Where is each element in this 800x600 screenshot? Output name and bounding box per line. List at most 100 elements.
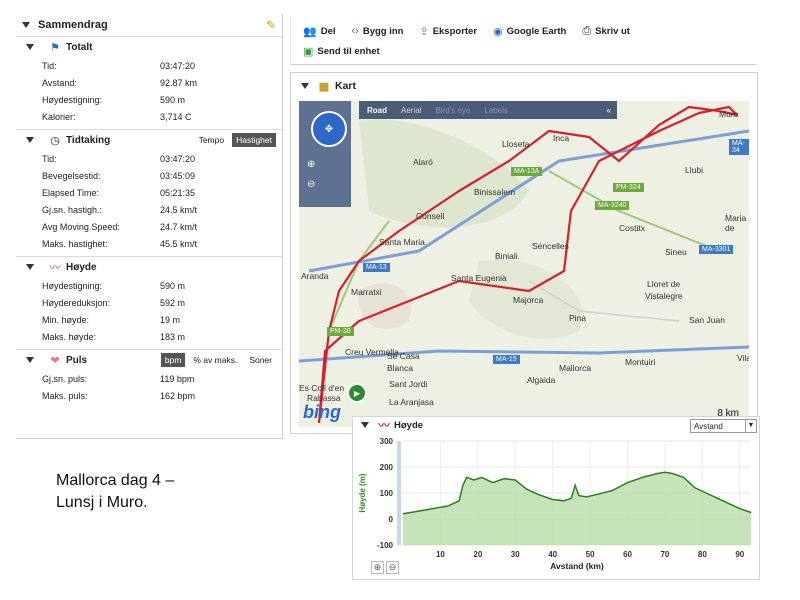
collapse-triangle-icon[interactable]: [26, 44, 34, 50]
town-label: Maria de: [725, 213, 747, 233]
globe-icon: ◉: [493, 25, 503, 38]
x-tick-label: 30: [511, 550, 520, 559]
bpm-toggle[interactable]: bpm: [160, 353, 186, 367]
stat-label: Høydestigning:: [42, 280, 103, 291]
chevron-down-icon[interactable]: ▼: [745, 420, 756, 432]
pencil-icon[interactable]: ✎: [266, 18, 276, 32]
compass-icon[interactable]: ✥: [311, 111, 347, 147]
stat-label: Maks. høyde:: [42, 331, 97, 342]
percent-max-toggle[interactable]: % av maks.: [189, 353, 241, 367]
summary-header[interactable]: Sammendrag ✎: [16, 14, 282, 37]
stat-value: 19 m: [160, 314, 181, 325]
collapse-triangle-icon[interactable]: [26, 357, 34, 363]
export-button[interactable]: ⇪ Eksporter: [419, 25, 477, 38]
stat-value: 03:47:20: [160, 60, 196, 71]
x-axis-label: Avstand (km): [550, 561, 604, 571]
flag-icon: ⚑: [50, 41, 60, 54]
mode-labels[interactable]: Labels: [484, 106, 508, 115]
send-to-device-button[interactable]: ▣ Send til enhet: [303, 45, 380, 58]
y-axis-band: [397, 441, 401, 545]
section-header-totalt[interactable]: ⚑ Totalt: [16, 37, 282, 57]
people-icon: 👥: [303, 25, 317, 38]
x-axis-select-value: Avstand: [694, 421, 723, 431]
town-label: Alaró: [413, 157, 433, 167]
y-tick-label: 300: [380, 437, 394, 446]
google-earth-label: Google Earth: [506, 25, 567, 37]
stat-label: Avstand:: [42, 77, 77, 88]
embed-button[interactable]: ‹› Bygg inn: [352, 25, 404, 37]
google-earth-button[interactable]: ◉ Google Earth: [493, 25, 566, 38]
road-shield: PM-324: [613, 183, 644, 192]
start-pin-icon[interactable]: ▶: [347, 383, 367, 403]
stat-label: Min. høyde:: [42, 314, 90, 325]
stat-row: Avg Moving Speed: 24.7 km/t: [16, 218, 282, 235]
mode-birds-eye[interactable]: Bird's eye: [435, 106, 470, 115]
town-label: Montuiri: [625, 357, 656, 367]
zoom-out-icon[interactable]: ⊖: [307, 179, 315, 190]
town-label: Muro: [719, 109, 739, 119]
hastighet-toggle[interactable]: Hastighet: [232, 133, 276, 147]
town-label: Consell: [416, 211, 445, 221]
elevation-icon: 〰: [49, 262, 61, 274]
print-label: Skriv ut: [595, 25, 630, 37]
stat-value: 92.87 km: [160, 77, 198, 88]
x-tick-label: 90: [735, 550, 744, 559]
stat-value: 590 m: [160, 280, 186, 291]
zoom-out-icon[interactable]: ⊖: [386, 561, 399, 574]
stat-value: 119 bpm: [160, 373, 195, 384]
road-shield: MA-34: [729, 139, 749, 155]
town-label: Pina: [569, 313, 587, 323]
town-label: Lloret de: [647, 279, 681, 289]
device-icon: ▣: [303, 45, 314, 58]
map-view[interactable]: Mancor del ValleIncaMuroLlosetaAlaróBini…: [299, 101, 749, 427]
map-header[interactable]: ▦ Kart: [291, 73, 757, 99]
section-title: Tidtaking: [66, 134, 111, 146]
zones-toggle[interactable]: Soner: [245, 353, 276, 367]
y-axis-label: Høyde (m): [358, 473, 367, 512]
zoom-in-icon[interactable]: ⊕: [307, 159, 315, 170]
map-mode-bar: Road Aerial Bird's eye Labels «: [359, 101, 617, 119]
elevation-panel: 〰 Høyde Avstand ▼ -100 0 100 200 300 10 20 30 40…: [352, 416, 760, 580]
section-puls: ❤ Puls bpm % av maks. Soner Gj.sn. puls:…: [16, 350, 282, 408]
stat-value: 590 m: [160, 94, 186, 105]
mode-road[interactable]: Road: [367, 106, 387, 115]
bing-logo: bing: [303, 402, 341, 422]
collapse-triangle-icon[interactable]: [301, 83, 309, 89]
elevation-area: [403, 472, 751, 545]
stat-row: Tid: 03:47:20: [16, 150, 282, 167]
road-shield: PM-30: [327, 327, 354, 336]
stat-row: Høydestigning: 590 m: [16, 91, 282, 108]
section-title: Puls: [66, 354, 88, 366]
x-axis-select[interactable]: Avstand ▼: [690, 419, 757, 433]
elevation-title: Høyde: [394, 419, 424, 431]
collapse-triangle-icon[interactable]: [26, 264, 34, 270]
zoom-in-icon[interactable]: ⊕: [371, 561, 384, 574]
collapse-triangle-icon[interactable]: [361, 422, 369, 428]
section-tidtaking: ◷ Tidtaking Tempo Hastighet Tid: 03:47:20…: [16, 130, 282, 257]
mode-aerial[interactable]: Aerial: [401, 106, 421, 115]
town-label: Biniali: [495, 251, 518, 261]
section-header-hoyde[interactable]: 〰 Høyde: [16, 257, 282, 277]
stat-value: 45.5 km/t: [160, 238, 198, 249]
collapse-triangle-icon[interactable]: [26, 137, 34, 143]
export-label: Eksporter: [432, 25, 478, 37]
stat-row: Gj.sn. hastigh.: 24.5 km/t: [16, 201, 282, 218]
stat-row: Høydestigning: 590 m: [16, 277, 282, 294]
share-button[interactable]: 👥 Del: [303, 25, 336, 38]
town-label: Inca: [553, 133, 570, 143]
x-tick-label: 80: [698, 550, 707, 559]
summary-panel: Sammendrag ✎ ⚑ Totalt Tid: 03:47:20 Avsta…: [16, 14, 283, 439]
town-label: Santa Eugenia: [451, 273, 507, 283]
section-header-puls[interactable]: ❤ Puls bpm % av maks. Soner: [16, 350, 282, 370]
elevation-chart[interactable]: -100 0 100 200 300 10 20 30 40 50 60 70 80 90 Avstand …: [353, 433, 759, 579]
town-label: San Juan: [689, 315, 725, 325]
section-header-tidtaking[interactable]: ◷ Tidtaking Tempo Hastighet: [16, 130, 282, 150]
collapse-bar-icon[interactable]: «: [607, 106, 611, 115]
tempo-toggle[interactable]: Tempo: [195, 133, 229, 147]
stat-label: Elapsed Time:: [42, 187, 100, 198]
print-button[interactable]: ⎙ Skriv ut: [582, 25, 630, 38]
y-tick-label: -100: [377, 541, 394, 550]
collapse-triangle-icon[interactable]: [22, 22, 30, 28]
stat-row: Maks. puls: 162 bpm: [16, 387, 282, 404]
stat-value: 03:47:20: [160, 153, 196, 164]
